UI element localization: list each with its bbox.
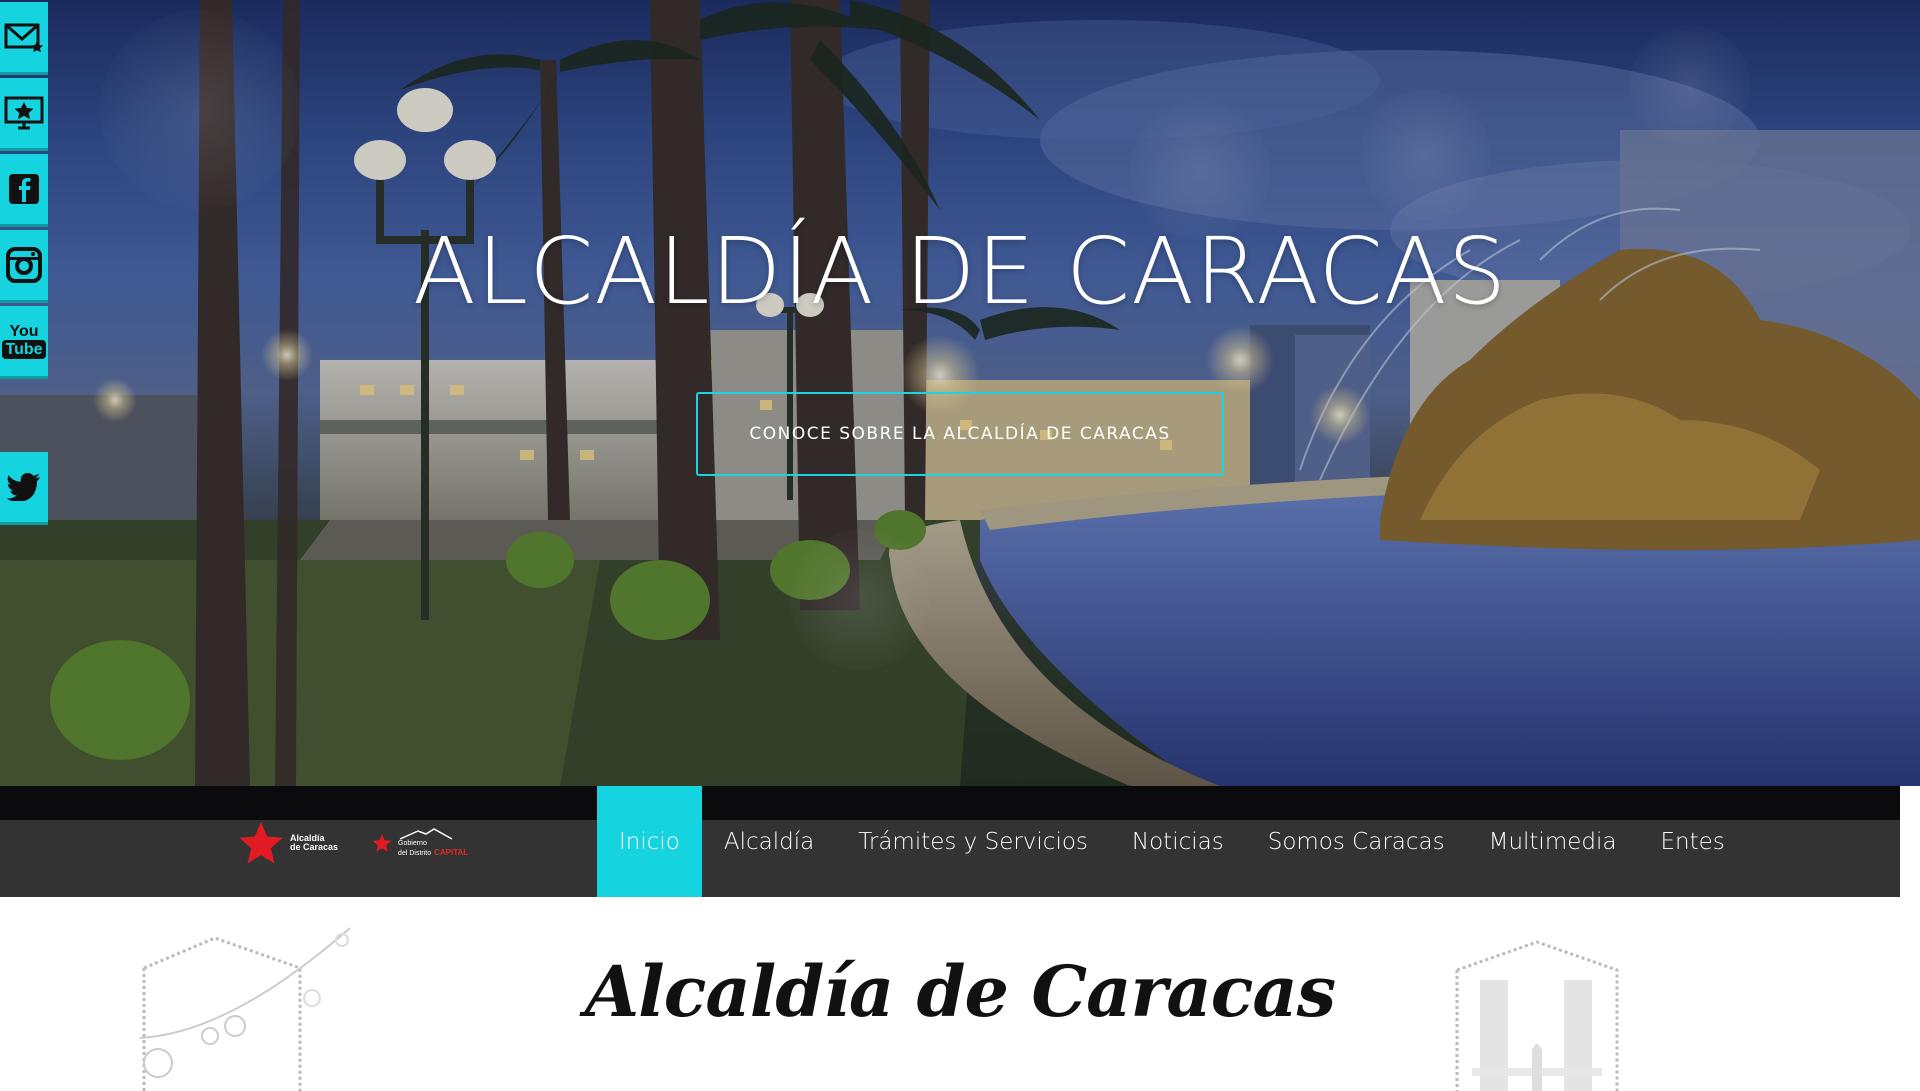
nav-logos: Alcaldía de Caracas Gobierno del Distrit… xyxy=(238,818,468,868)
mountain-icon xyxy=(399,828,453,840)
youtube-icon: You Tube xyxy=(2,323,46,359)
hero-cta-button[interactable]: CONOCE SOBRE LA ALCALDÍA DE CARACAS xyxy=(696,392,1224,476)
envelope-star-icon xyxy=(4,23,43,53)
tv-link[interactable] xyxy=(0,78,48,151)
nav-item-alcaldia[interactable]: Alcaldía xyxy=(702,786,836,897)
main-menu: Inicio Alcaldía Trámites y Servicios Not… xyxy=(597,786,1747,897)
section-title: Alcaldía de Caracas xyxy=(584,950,1336,1033)
page: ALCALDÍA DE CARACAS CONOCE SOBRE LA ALCA… xyxy=(0,0,1920,1091)
twitter-link[interactable] xyxy=(0,452,48,525)
nav-item-noticias[interactable]: Noticias xyxy=(1110,786,1246,897)
nav-item-somos-caracas[interactable]: Somos Caracas xyxy=(1246,786,1467,897)
facebook-link[interactable] xyxy=(0,154,48,227)
email-link[interactable] xyxy=(0,2,48,75)
towers-illustration xyxy=(1455,940,1619,1091)
twitter-icon xyxy=(7,473,40,501)
facebook-icon xyxy=(9,174,39,204)
monitor-star-icon xyxy=(4,96,44,130)
gobierno-capital-logo[interactable]: Gobierno del Distrito CAPITAL xyxy=(372,828,468,858)
hero-banner: ALCALDÍA DE CARACAS CONOCE SOBRE LA ALCA… xyxy=(0,0,1920,786)
instagram-icon xyxy=(6,247,42,283)
nav-item-entes[interactable]: Entes xyxy=(1638,786,1746,897)
hero-title: ALCALDÍA DE CARACAS xyxy=(412,218,1508,325)
red-star-icon xyxy=(239,822,283,864)
nav-item-inicio[interactable]: Inicio xyxy=(597,786,702,897)
instagram-link[interactable] xyxy=(0,230,48,303)
youtube-link[interactable]: You Tube xyxy=(0,306,48,379)
small-red-star-icon xyxy=(372,834,392,852)
alcaldia-logo[interactable]: Alcaldía de Caracas xyxy=(238,820,338,866)
nav-item-multimedia[interactable]: Multimedia xyxy=(1467,786,1639,897)
nav-item-tramites[interactable]: Trámites y Servicios xyxy=(836,786,1110,897)
